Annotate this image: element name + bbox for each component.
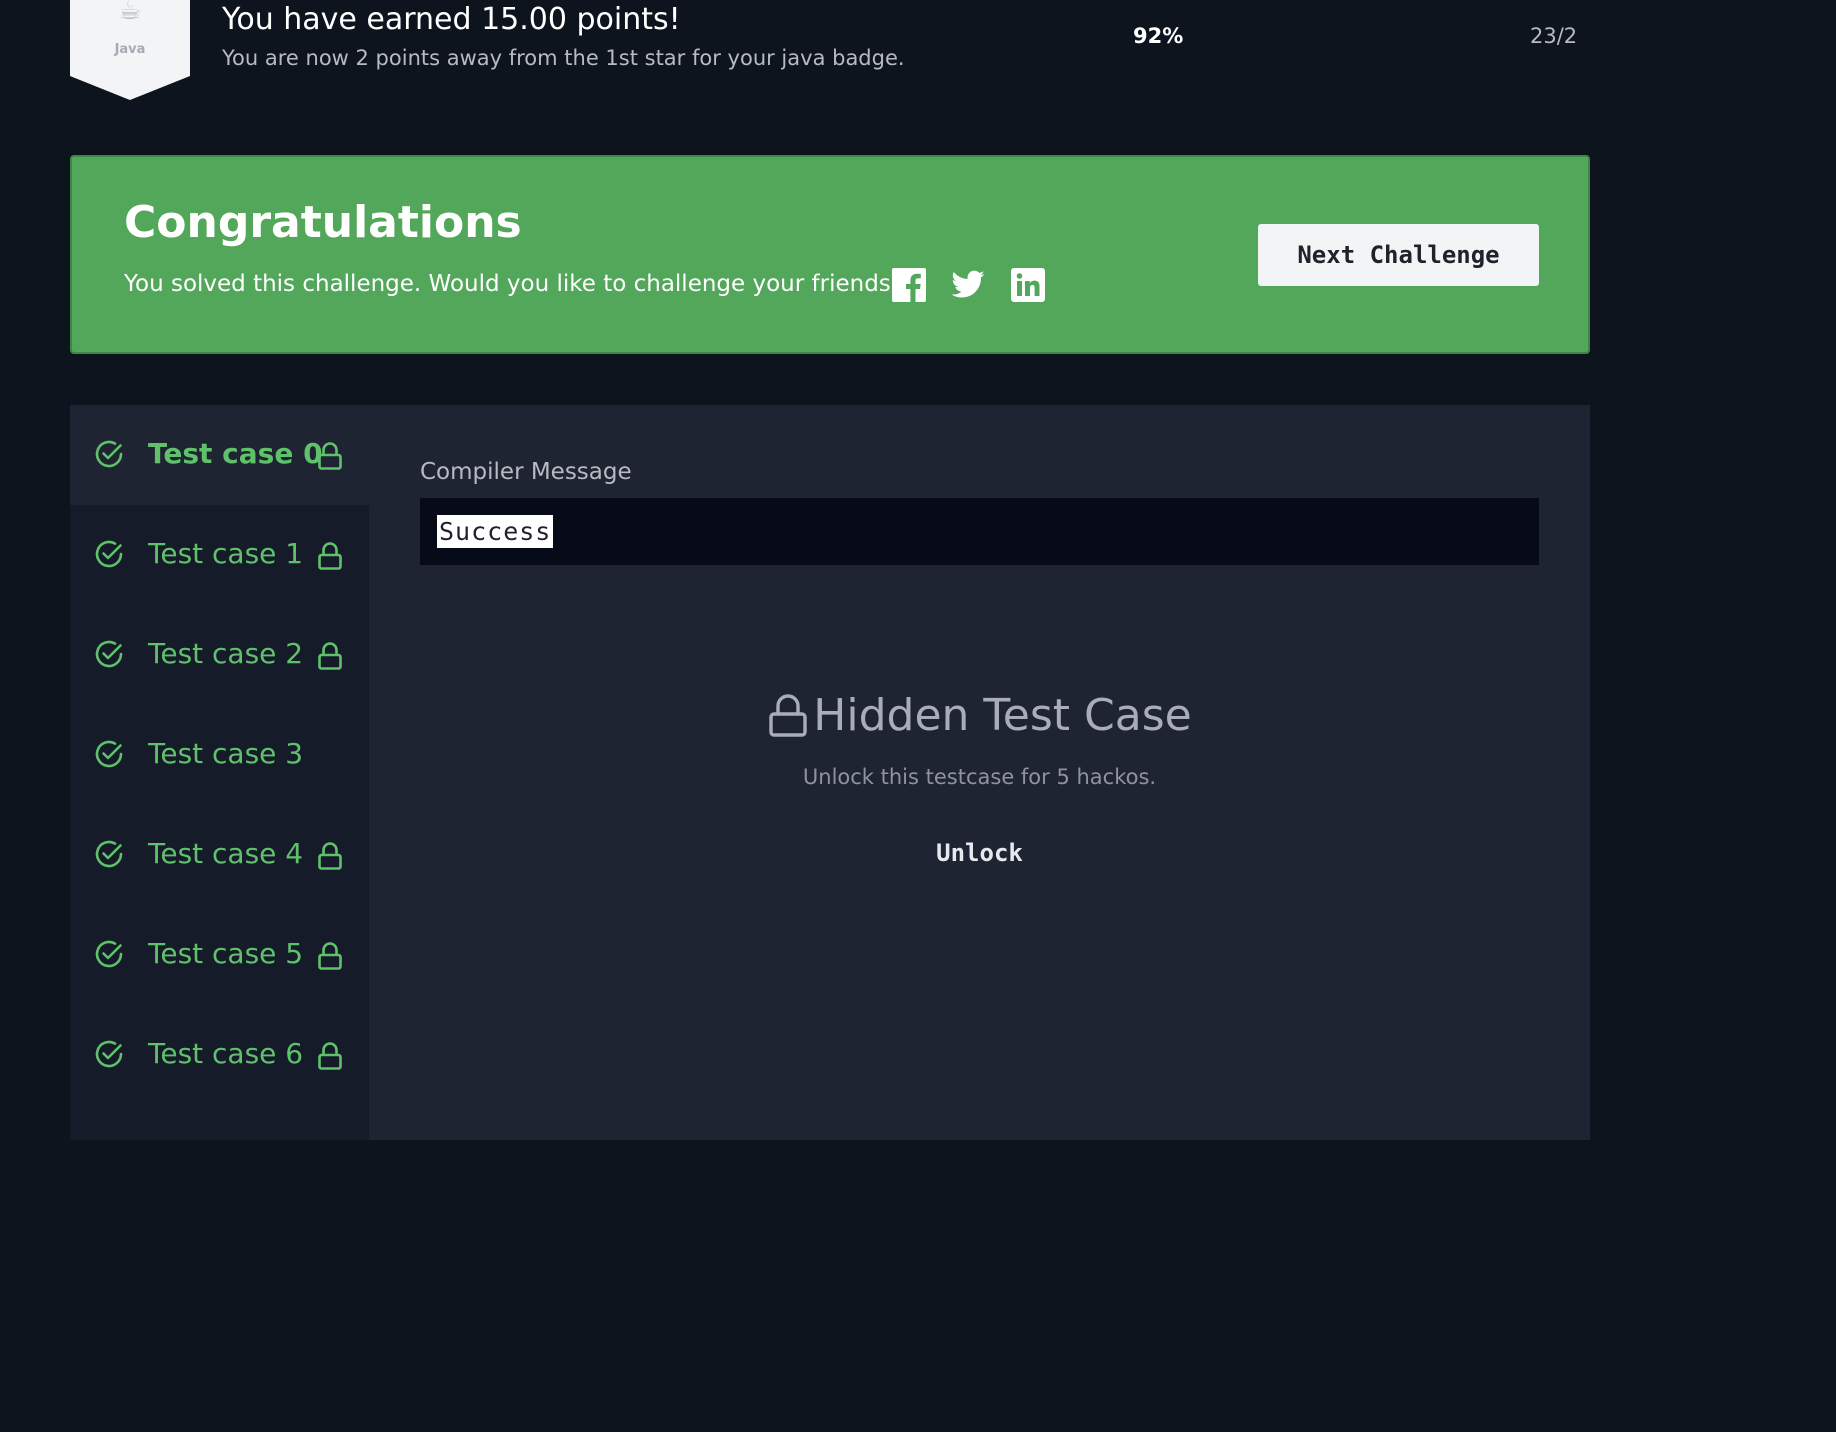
check-circle-icon [95,540,123,568]
earned-points-title: You have earned 15.00 points! [222,2,681,37]
congratulations-message: You solved this challenge. Would you lik… [124,271,903,297]
check-circle-icon [95,740,123,768]
test-case-content: Compiler Message Success Hidden Test Cas… [369,405,1590,1140]
hidden-test-case-title: Hidden Test Case [813,690,1192,741]
test-case-tab-5[interactable]: Test case 5 [70,905,369,1005]
hidden-test-case-header: Hidden Test Case [369,690,1590,743]
twitter-icon[interactable] [950,267,986,303]
test-case-label: Test case 0 [148,437,323,470]
compiler-message-label: Compiler Message [420,459,632,485]
facebook-icon[interactable] [891,267,927,303]
lock-icon [769,693,807,737]
lock-icon [318,942,342,970]
test-case-tab-3[interactable]: Test case 3 [70,705,369,805]
percentile-value: 92% [1133,24,1184,48]
test-case-tab-6[interactable]: Test case 6 [70,1005,369,1105]
test-case-label: Test case 6 [148,1037,304,1070]
test-case-label: Test case 3 [148,737,304,770]
compiler-message-text: Success [437,515,554,548]
unlock-button[interactable]: Unlock [869,830,1090,876]
congratulations-title: Congratulations [124,197,522,248]
test-case-list: Test case 0 Test case 1 Test case 2 Test… [70,405,369,1140]
check-circle-icon [95,940,123,968]
congratulations-banner: Congratulations You solved this challeng… [70,155,1590,354]
lock-icon [318,442,342,470]
check-circle-icon [95,440,123,468]
rank-value: 23/2 [1530,24,1578,48]
test-case-panel: Test case 0 Test case 1 Test case 2 Test… [70,405,1590,1140]
check-circle-icon [95,1040,123,1068]
lock-icon [318,642,342,670]
lock-icon [318,1042,342,1070]
badge-label: Java [114,42,146,57]
unlock-message: Unlock this testcase for 5 hackos. [802,765,1157,789]
next-challenge-button[interactable]: Next Challenge [1258,224,1539,286]
test-case-tab-2[interactable]: Test case 2 [70,605,369,705]
check-circle-icon [95,640,123,668]
test-case-label: Test case 1 [148,537,304,570]
test-case-label: Test case 5 [148,937,304,970]
lock-icon [318,542,342,570]
test-case-label: Test case 4 [148,837,304,870]
compiler-message-box: Success [420,498,1539,565]
check-circle-icon [95,840,123,868]
test-case-tab-4[interactable]: Test case 4 [70,805,369,905]
lock-icon [318,842,342,870]
java-cup-icon: ☕ [118,0,142,26]
linkedin-icon[interactable] [1010,267,1046,303]
java-badge: ☕ Java [70,0,190,100]
earned-points-subtitle: You are now 2 points away from the 1st s… [222,46,905,70]
test-case-tab-1[interactable]: Test case 1 [70,505,369,605]
test-case-tab-0[interactable]: Test case 0 [70,405,369,505]
test-case-label: Test case 2 [148,637,304,670]
